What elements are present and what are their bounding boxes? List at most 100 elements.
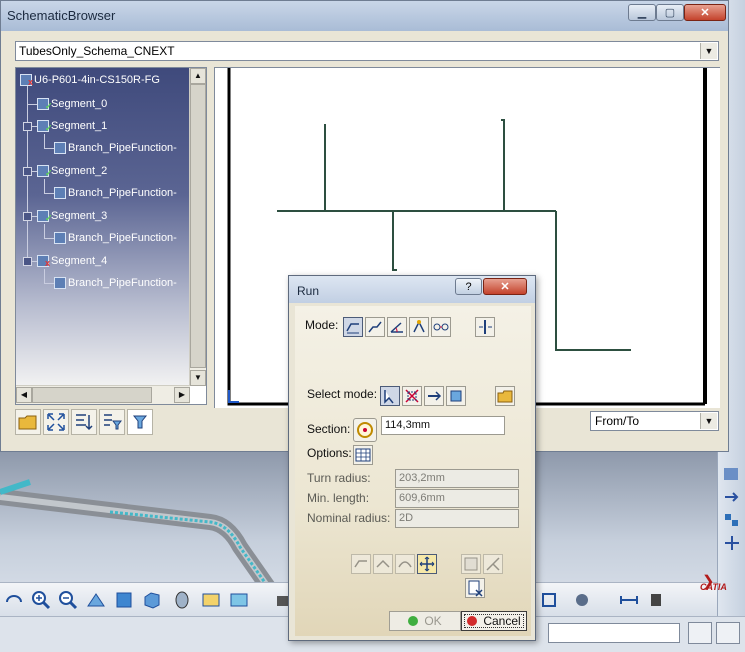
- catia-logo: CATIA: [700, 582, 727, 592]
- route-angle-icon[interactable]: [387, 317, 407, 337]
- min-length-field[interactable]: 609,6mm: [395, 489, 519, 508]
- shading-icon[interactable]: [172, 590, 194, 610]
- select-cross-icon[interactable]: [402, 386, 422, 406]
- rotate-icon[interactable]: [3, 590, 25, 610]
- chevron-down-icon[interactable]: ▼: [700, 43, 717, 59]
- measure-between-icon[interactable]: [618, 590, 640, 610]
- select-point-icon[interactable]: [380, 386, 400, 406]
- tree-item-branch[interactable]: Branch_PipeFunction-: [54, 229, 177, 247]
- chevron-down-icon[interactable]: ▼: [700, 413, 717, 429]
- maximize-button[interactable]: ▢: [656, 4, 684, 21]
- normal-view-icon[interactable]: [85, 590, 107, 610]
- link-icon[interactable]: [461, 554, 481, 574]
- scroll-thumb[interactable]: [190, 84, 206, 368]
- run-titlebar[interactable]: Run ? ✕: [289, 276, 535, 303]
- section-icon[interactable]: [353, 418, 377, 442]
- tree-item-segment-2[interactable]: ✓ Segment_2: [37, 162, 107, 180]
- turn-radius-field[interactable]: 203,2mm: [395, 469, 519, 488]
- ok-button[interactable]: OK: [389, 611, 461, 631]
- tree-item-label: U6-P601-4in-CS150R-FG: [34, 74, 160, 86]
- swap-visible-icon[interactable]: [228, 590, 250, 610]
- select-path-icon[interactable]: [424, 386, 444, 406]
- tree-item-label: Branch_PipeFunction-: [68, 187, 177, 199]
- tree-item-branch[interactable]: Branch_PipeFunction-: [54, 184, 177, 202]
- tools-icon[interactable]: [646, 590, 668, 610]
- zoom-out-icon[interactable]: [57, 590, 79, 610]
- tree-horizontal-scrollbar[interactable]: ◀ ▶: [16, 385, 190, 404]
- collapse-toggle[interactable]: [23, 257, 32, 266]
- collapse-toggle[interactable]: [23, 167, 32, 176]
- close-button[interactable]: ✕: [483, 278, 527, 295]
- nominal-radius-field[interactable]: 2D: [395, 509, 519, 528]
- from-to-value: From/To: [595, 414, 640, 428]
- tree-item-branch[interactable]: Branch_PipeFunction-: [54, 274, 177, 292]
- options-table-icon[interactable]: [353, 445, 373, 465]
- open-folder-icon[interactable]: [15, 409, 41, 435]
- tree-item-label: Segment_4: [51, 255, 108, 267]
- run-dialog: Run ? ✕ Mode: Select mode: Section: 114,…: [288, 275, 536, 641]
- segment-ok-icon: ✓: [37, 165, 53, 178]
- front-view-icon[interactable]: [113, 590, 135, 610]
- collapse-toggle[interactable]: [23, 212, 32, 221]
- clear-icon[interactable]: [465, 578, 485, 598]
- schema-select[interactable]: TubesOnly_Schema_CNEXT ▼: [15, 41, 719, 61]
- schema-select-value: TubesOnly_Schema_CNEXT: [19, 44, 175, 58]
- open-file-icon[interactable]: [495, 386, 515, 406]
- collapse-toggle[interactable]: [23, 122, 32, 131]
- from-to-select[interactable]: From/To ▼: [590, 411, 719, 431]
- tree-filter-icon[interactable]: [99, 409, 125, 435]
- undo-route-icon[interactable]: [351, 554, 371, 574]
- route-point-icon[interactable]: [409, 317, 429, 337]
- tree-canvas: x U6-P601-4in-CS150R-FG ✓ Segment_0 ✓ Segme…: [16, 68, 190, 386]
- pipe-line-icon: x: [20, 74, 33, 87]
- status-button[interactable]: [716, 622, 740, 644]
- scroll-up-icon[interactable]: ▲: [190, 68, 206, 84]
- window-title: SchematicBrowser: [7, 8, 116, 23]
- zoom-in-icon[interactable]: [30, 590, 52, 610]
- minimize-button[interactable]: ▁: [628, 4, 656, 21]
- move-icon[interactable]: [722, 534, 742, 552]
- redo-route-icon[interactable]: [373, 554, 393, 574]
- command-input[interactable]: [548, 623, 680, 643]
- tree-item-segment-3[interactable]: ✓ Segment_3: [37, 207, 107, 225]
- tree-item-label: Segment_0: [51, 98, 108, 110]
- iso-view-icon[interactable]: [141, 590, 163, 610]
- tree-connector: [44, 179, 45, 193]
- filter-icon[interactable]: [127, 409, 153, 435]
- cancel-button[interactable]: Cancel: [461, 611, 527, 631]
- route-align-icon[interactable]: [475, 317, 495, 337]
- tree-item-segment-1[interactable]: ✓ Segment_1: [37, 117, 107, 135]
- scroll-thumb[interactable]: [32, 387, 152, 403]
- close-button[interactable]: ✕: [684, 4, 726, 21]
- turn-radius-label: Turn radius:: [307, 471, 371, 485]
- tree-item-branch[interactable]: Branch_PipeFunction-: [54, 139, 177, 157]
- catalog-icon[interactable]: [572, 590, 594, 610]
- tree-vertical-scrollbar[interactable]: ▲ ▼: [189, 68, 206, 386]
- browser-titlebar[interactable]: SchematicBrowser ▁ ▢ ✕: [1, 1, 728, 31]
- scroll-left-icon[interactable]: ◀: [16, 387, 32, 403]
- route-mode-1-icon[interactable]: [343, 317, 363, 337]
- tree-root-item[interactable]: x U6-P601-4in-CS150R-FG: [20, 71, 160, 89]
- tree-item-segment-0[interactable]: ✓ Segment_0: [37, 95, 107, 113]
- help-button[interactable]: ?: [455, 278, 482, 295]
- status-button[interactable]: [688, 622, 712, 644]
- tree-order-icon[interactable]: [71, 409, 97, 435]
- ok-button-label: OK: [424, 614, 442, 628]
- branch-icon[interactable]: [483, 554, 503, 574]
- route-offset-icon[interactable]: [431, 317, 451, 337]
- scroll-down-icon[interactable]: ▼: [190, 370, 206, 386]
- smooth-route-icon[interactable]: [395, 554, 415, 574]
- select-object-icon[interactable]: [446, 386, 466, 406]
- hide-show-icon[interactable]: [200, 590, 222, 610]
- snap-icon[interactable]: [722, 465, 742, 483]
- route-mode-2-icon[interactable]: [365, 317, 385, 337]
- transform-icon[interactable]: [722, 511, 742, 529]
- measure-icon[interactable]: [540, 590, 562, 610]
- section-field[interactable]: 114,3mm: [381, 416, 505, 435]
- browser-toolbar: [15, 409, 158, 437]
- arrow-icon[interactable]: [722, 488, 742, 506]
- scroll-right-icon[interactable]: ▶: [174, 387, 190, 403]
- fit-all-icon[interactable]: [43, 409, 69, 435]
- move-point-icon[interactable]: [417, 554, 437, 574]
- tree-item-segment-4[interactable]: x Segment_4: [37, 252, 107, 270]
